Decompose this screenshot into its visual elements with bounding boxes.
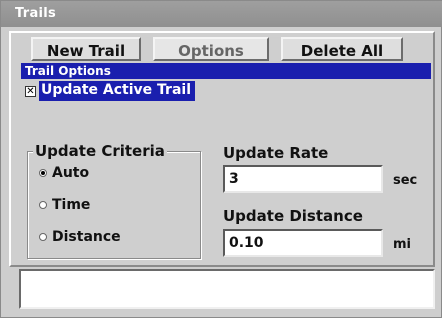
new-trail-button[interactable]: New Trail [31,37,141,61]
update-active-trail-row[interactable]: ✕ Update Active Trail [25,81,196,101]
update-rate-label: Update Rate [223,144,329,162]
update-distance-label: Update Distance [223,207,363,225]
update-rate-input[interactable]: 3 [223,165,383,193]
update-active-trail-label: Update Active Trail [39,81,196,101]
options-button[interactable]: Options [153,37,269,61]
update-criteria-legend: Update Criteria [33,142,167,160]
radio-auto[interactable] [39,169,47,177]
radio-time[interactable] [39,201,47,209]
criteria-distance-option[interactable]: Distance [39,229,121,245]
criteria-auto-option[interactable]: Auto [39,165,89,181]
criteria-time-option[interactable]: Time [39,197,90,213]
status-bar [19,269,435,309]
update-distance-unit: mi [393,237,412,252]
radio-distance-label: Distance [52,229,121,245]
delete-all-button[interactable]: Delete All [281,37,403,61]
radio-auto-label: Auto [52,165,90,181]
window-title: Trails [1,1,442,27]
radio-time-label: Time [52,197,91,213]
update-active-trail-checkbox[interactable]: ✕ [25,85,36,97]
update-distance-input[interactable]: 0.10 [223,229,383,257]
radio-distance[interactable] [39,233,47,241]
trail-options-menu-header: Trail Options [21,63,431,79]
trails-window: Trails New Trail Options Delete All Trai… [0,0,442,318]
update-rate-unit: sec [393,173,418,188]
